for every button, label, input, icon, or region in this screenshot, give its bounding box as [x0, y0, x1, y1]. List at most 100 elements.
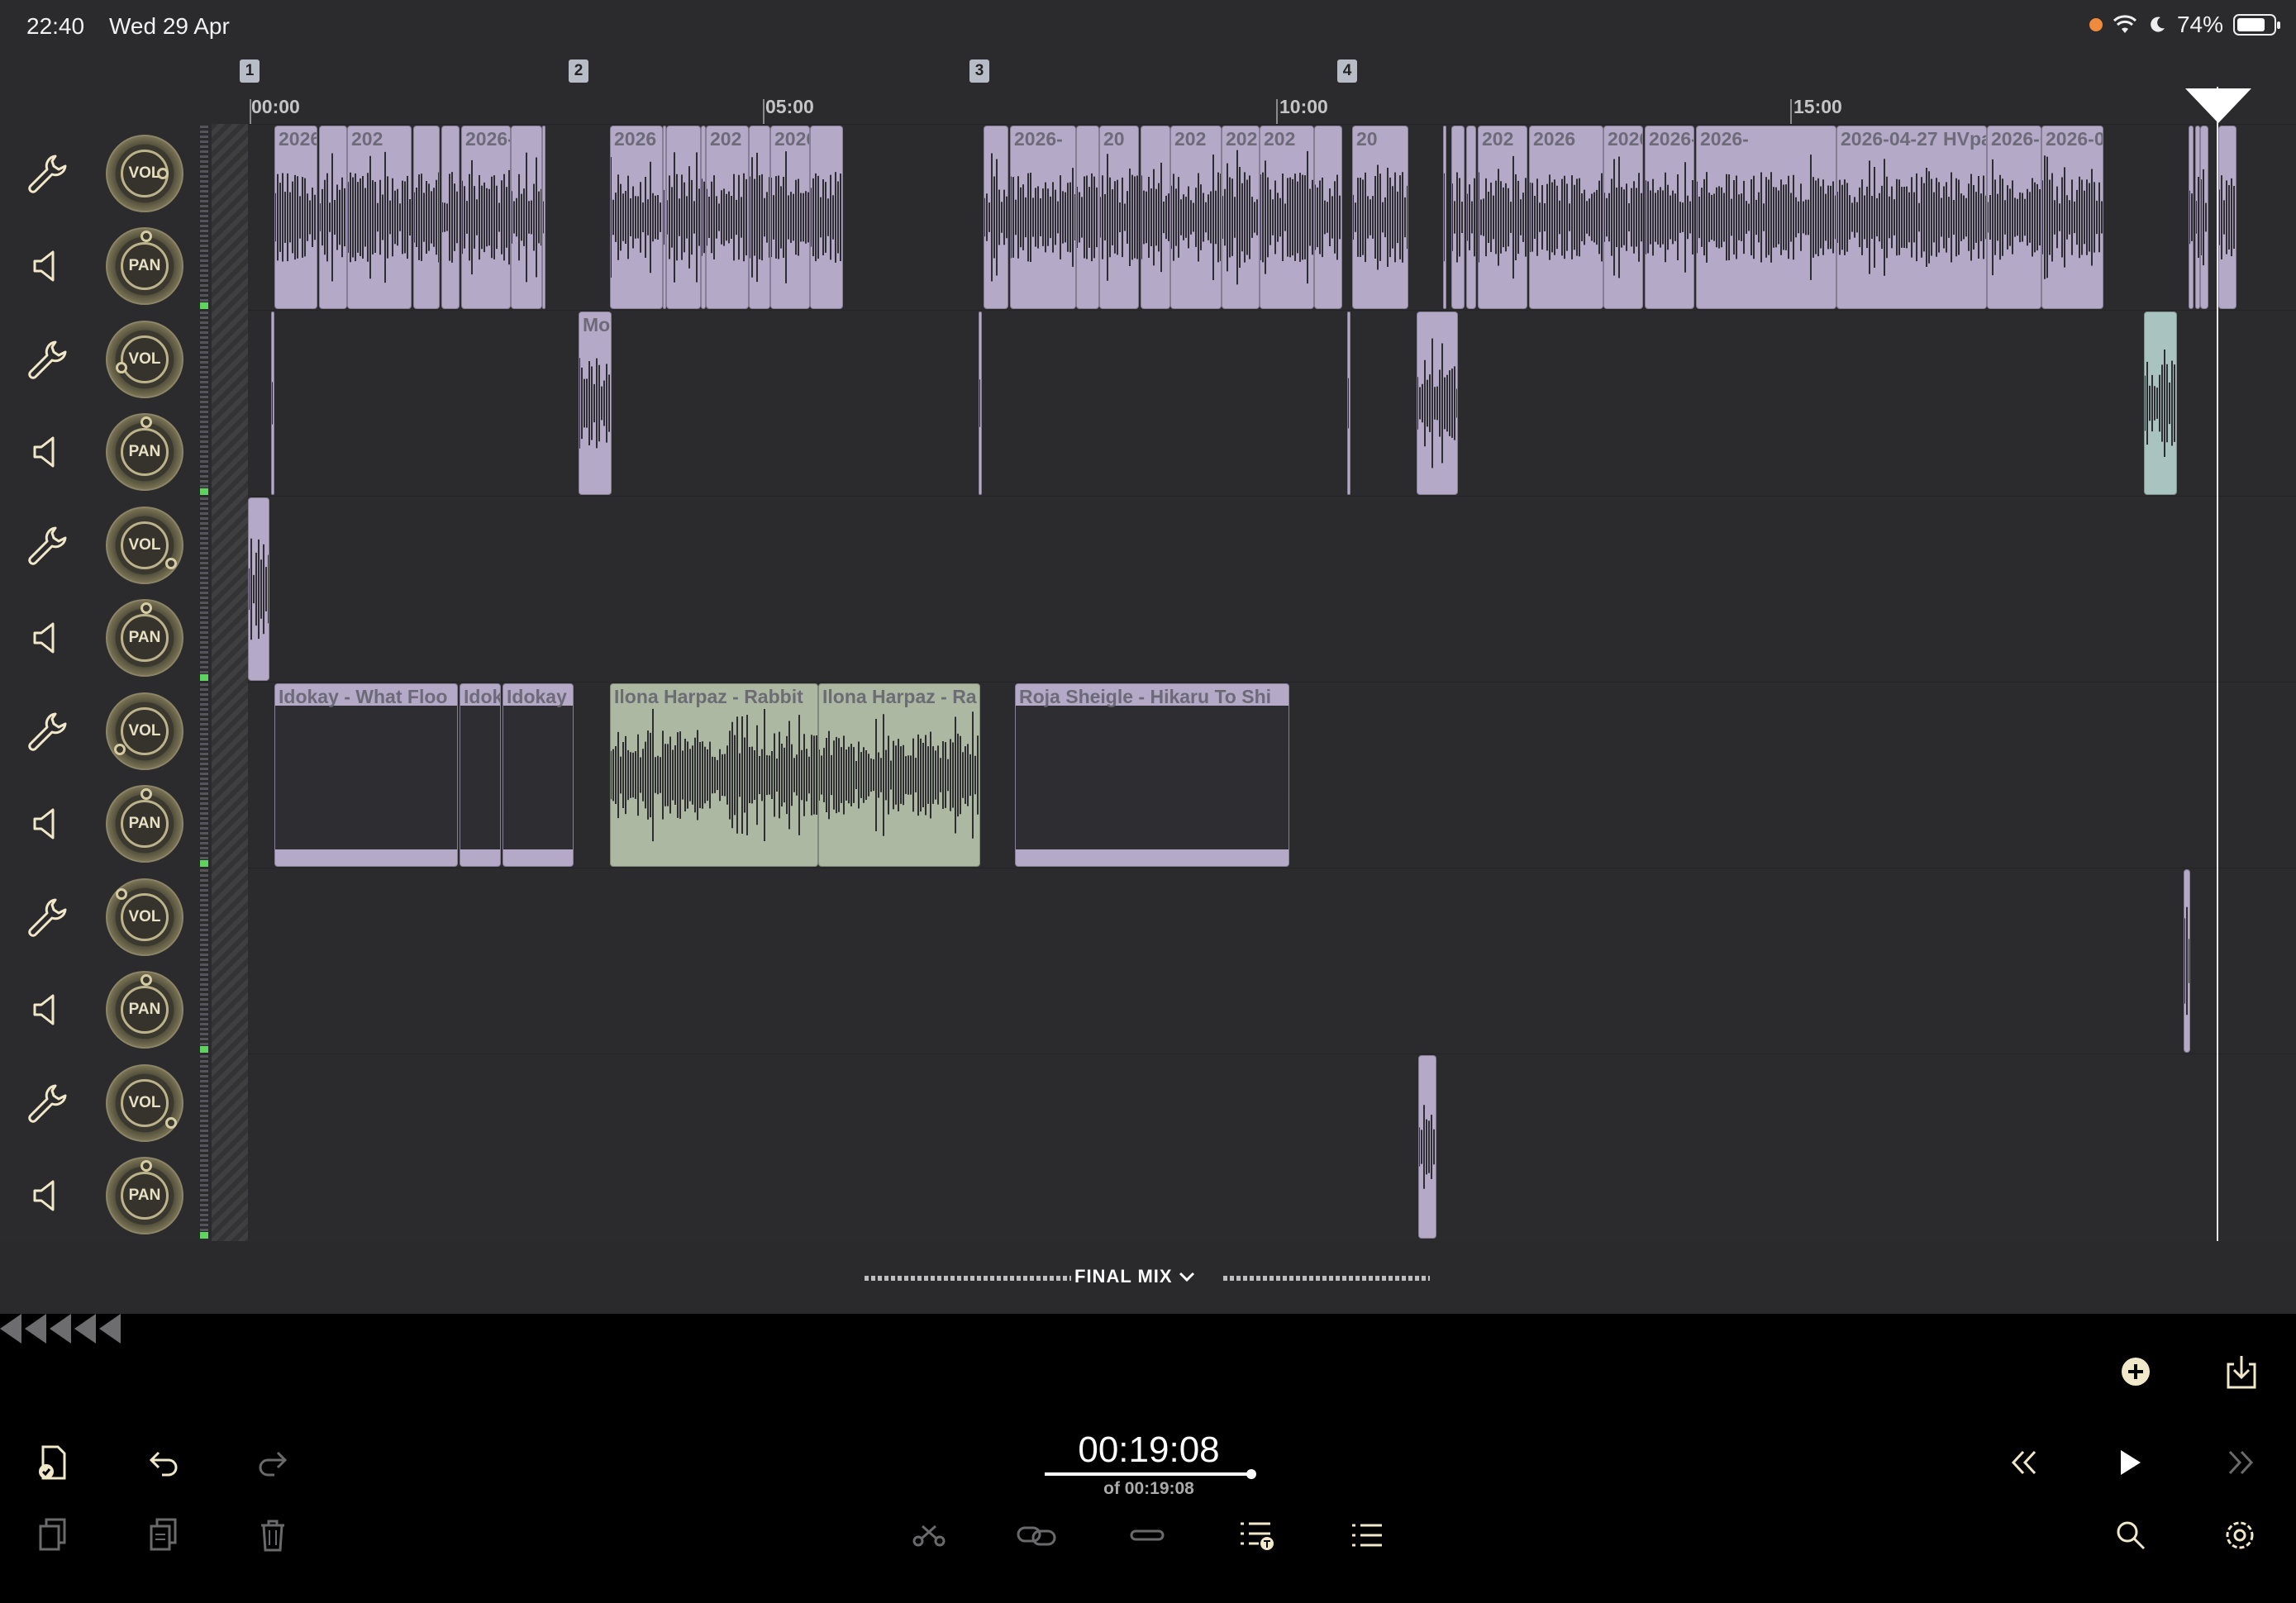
audio-clip[interactable] — [1417, 312, 1458, 495]
marker-3[interactable]: 3 — [969, 59, 989, 83]
volume-knob[interactable]: VOL — [106, 692, 183, 770]
marker-2[interactable]: 2 — [569, 59, 588, 83]
tracks-area[interactable]: 2026- 202 2026- 2026 202 2026- 2026- 20 202 202 20… — [248, 124, 2296, 1241]
audio-clip[interactable] — [248, 497, 269, 681]
list-button[interactable] — [1342, 1512, 1392, 1558]
track-lane[interactable] — [248, 1054, 2296, 1239]
audio-clip[interactable] — [1141, 126, 1170, 309]
audio-clip[interactable]: Roja Sheigle - Hikaru To Shi — [1015, 683, 1289, 867]
audio-clip[interactable] — [666, 126, 701, 309]
track-settings-button[interactable] — [21, 521, 71, 570]
volume-knob[interactable]: VOL — [106, 1064, 183, 1142]
search-button[interactable] — [2106, 1512, 2155, 1558]
volume-knob[interactable]: VOL — [106, 321, 183, 398]
track-settings-button[interactable] — [21, 335, 71, 384]
audio-clip[interactable]: 202 — [1260, 126, 1314, 309]
track-settings-button[interactable] — [21, 1078, 71, 1128]
undo-button[interactable] — [141, 1439, 187, 1486]
track-lane[interactable] — [248, 496, 2296, 682]
audio-clip[interactable] — [2200, 126, 2208, 309]
playhead-line[interactable] — [2217, 87, 2218, 1241]
play-button[interactable] — [2106, 1439, 2155, 1486]
marker-4[interactable]: 4 — [1337, 59, 1357, 83]
audio-clip[interactable]: 2026 — [1603, 126, 1643, 309]
split-button[interactable] — [1122, 1512, 1172, 1558]
timeline-ruler[interactable]: 1 2 3 4 00:00 05:00 10:00 15:00 — [240, 53, 2296, 124]
track-mute-button[interactable] — [21, 799, 71, 849]
audio-clip[interactable]: Ilona Harpaz - Ra — [818, 683, 980, 867]
pan-knob[interactable]: PAN — [106, 1157, 183, 1234]
audio-clip[interactable]: Idokay - What Floo — [274, 683, 458, 867]
audio-clip[interactable] — [2218, 126, 2236, 309]
volume-knob[interactable]: VOL — [106, 507, 183, 584]
volume-knob[interactable]: VOL — [106, 135, 183, 212]
audio-clip[interactable]: 20 — [1099, 126, 1139, 309]
audio-clip[interactable]: Idokay — [460, 683, 501, 867]
pan-knob[interactable]: PAN — [106, 599, 183, 677]
volume-knob[interactable]: VOL — [106, 878, 183, 956]
audio-clip[interactable] — [1314, 126, 1342, 309]
pan-knob[interactable]: PAN — [106, 785, 183, 863]
audio-clip[interactable] — [1466, 126, 1476, 309]
progress-knob[interactable] — [1246, 1469, 1256, 1479]
audio-clip[interactable]: 2026 — [1529, 126, 1603, 309]
track-settings-button[interactable] — [21, 706, 71, 756]
audio-clip[interactable] — [1418, 1055, 1436, 1239]
settings-button[interactable] — [2215, 1512, 2265, 1558]
link-button[interactable] — [1012, 1512, 1061, 1558]
audio-clip[interactable] — [979, 312, 982, 495]
audio-clip[interactable]: Ilona Harpaz - Rabbit — [610, 683, 818, 867]
track-lane[interactable] — [248, 310, 2296, 496]
audio-clip[interactable]: 2026- — [1696, 126, 1836, 309]
audio-clip[interactable]: Idokay — [503, 683, 574, 867]
audio-clip[interactable] — [1451, 126, 1465, 309]
audio-clip[interactable]: 2026 — [610, 126, 663, 309]
track-mute-button[interactable] — [21, 1171, 71, 1220]
audio-clip[interactable] — [441, 126, 460, 309]
scissors-button[interactable] — [904, 1512, 954, 1558]
track-settings-button[interactable] — [21, 892, 71, 942]
track-mute-button[interactable] — [21, 985, 71, 1035]
audio-clip[interactable]: 2026- — [461, 126, 511, 309]
pan-knob[interactable]: PAN — [106, 413, 183, 491]
audio-clip[interactable] — [984, 126, 1008, 309]
audio-clip[interactable]: 202 — [347, 126, 412, 309]
audio-clip[interactable] — [2184, 869, 2190, 1053]
audio-clip[interactable]: 2026- — [274, 126, 317, 309]
audio-clip[interactable]: 2026- — [1010, 126, 1076, 309]
audio-clip[interactable] — [749, 126, 770, 309]
paste-button[interactable] — [141, 1512, 187, 1558]
audio-clip[interactable]: 2026- — [770, 126, 810, 309]
track-settings-button[interactable] — [21, 149, 71, 198]
audio-clip[interactable]: 20 — [1352, 126, 1408, 309]
track-mute-button[interactable] — [21, 241, 71, 291]
audio-clip[interactable]: 202 — [706, 126, 749, 309]
redo-button[interactable] — [250, 1439, 296, 1486]
delete-button[interactable] — [250, 1512, 296, 1558]
pan-knob[interactable]: PAN — [106, 227, 183, 305]
audio-clip[interactable]: 2026-04-27 HVp — [1987, 126, 2041, 309]
mix-selector[interactable]: FINAL MIX — [1074, 1266, 1195, 1287]
audio-clip[interactable] — [810, 126, 843, 309]
chapters-button[interactable] — [1231, 1512, 1281, 1558]
audio-clip[interactable] — [2144, 312, 2177, 495]
track-lane[interactable] — [248, 868, 2296, 1054]
audio-clip[interactable] — [271, 312, 274, 495]
audio-clip[interactable] — [1076, 126, 1099, 309]
track-mute-button[interactable] — [21, 613, 71, 663]
audio-clip[interactable]: 202 — [1170, 126, 1222, 309]
export-button[interactable] — [2218, 1347, 2265, 1396]
drag-handle-icon[interactable] — [0, 1314, 124, 1344]
audio-clip[interactable] — [1443, 126, 1446, 309]
pan-knob[interactable]: PAN — [106, 971, 183, 1049]
audio-clip[interactable]: 2026- — [1645, 126, 1694, 309]
audio-clip[interactable]: 2026-0 — [2041, 126, 2103, 309]
current-time[interactable]: 00:19:08 — [1025, 1429, 1273, 1471]
rewind-button[interactable] — [2000, 1439, 2050, 1486]
playhead-handle[interactable] — [2185, 88, 2251, 123]
audio-clip[interactable]: 202 — [1478, 126, 1527, 309]
audio-clip[interactable]: Mo — [579, 312, 612, 495]
add-track-button[interactable] — [2113, 1349, 2159, 1395]
audio-clip[interactable] — [511, 126, 542, 309]
copy-button[interactable] — [30, 1512, 76, 1558]
